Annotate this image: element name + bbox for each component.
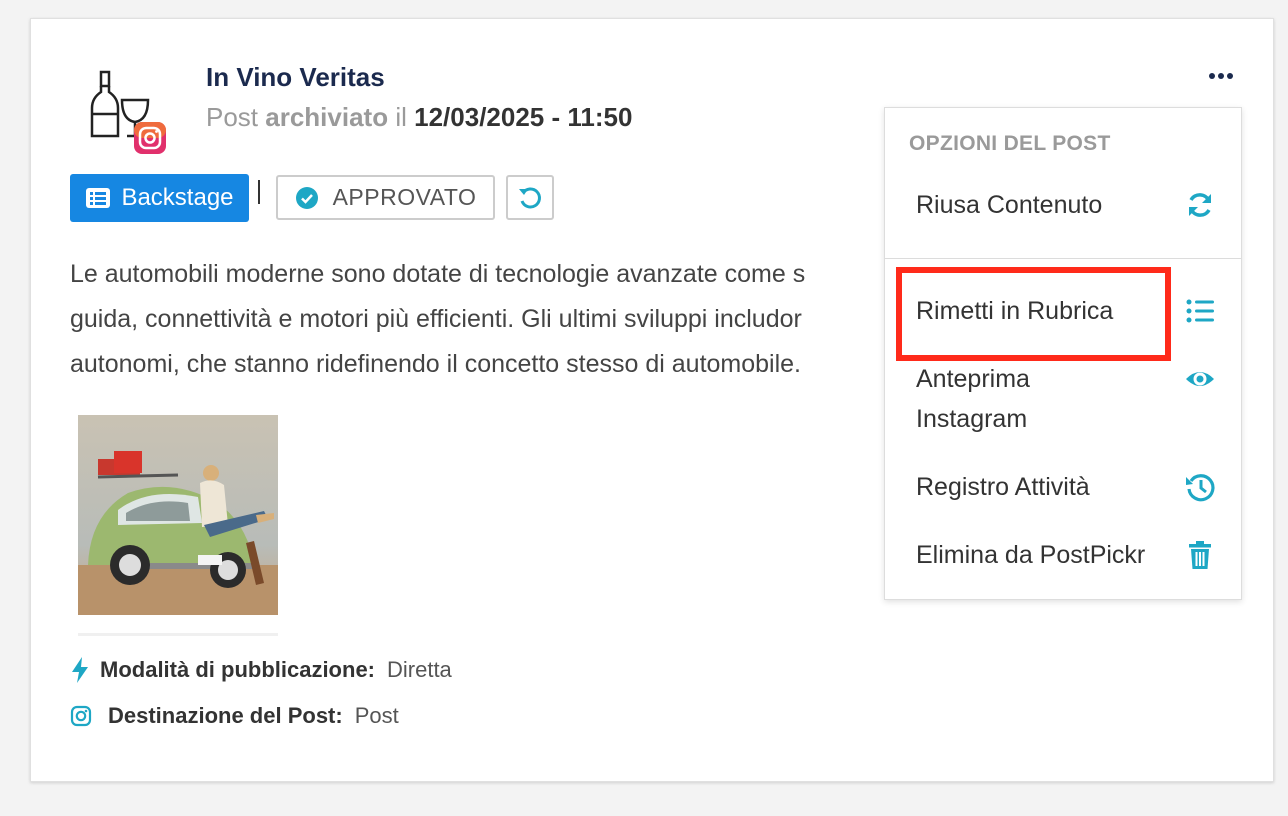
list-icon (1186, 299, 1214, 323)
menu-item-label: Riusa Contenuto (916, 191, 1103, 219)
separator (258, 180, 260, 204)
publish-mode-row: Modalità di pubblicazione: Diretta (70, 656, 452, 684)
trash-icon (1189, 541, 1211, 569)
menu-item-reuse-content[interactable]: Riusa Contenuto (916, 185, 1216, 225)
backstage-label: Backstage (121, 184, 234, 211)
account-avatar (86, 70, 168, 156)
ellipsis-icon (1209, 73, 1233, 79)
destination-row: Destinazione del Post: Post (70, 703, 399, 729)
menu-item-label: Elimina da PostPickr (916, 541, 1146, 569)
menu-divider (885, 258, 1241, 259)
instagram-icon (70, 705, 92, 727)
status-prefix: Post (206, 102, 259, 132)
undo-icon (519, 187, 541, 208)
status-date: 12/03/2025 - 11:50 (414, 102, 633, 132)
menu-item-delete[interactable]: Elimina da PostPickr (916, 535, 1216, 575)
destination-value: Post (354, 703, 399, 728)
car-photo (78, 415, 278, 615)
approved-label: APPROVATO (332, 184, 477, 210)
content-line: autonomi, che stanno ridefinendo il conc… (70, 350, 802, 378)
post-image[interactable] (78, 415, 278, 615)
post-status: Post archiviato il 12/03/2025 - 11:50 (206, 102, 632, 133)
list-box-icon (86, 188, 111, 208)
post-content: Le automobili moderne sono dotate di tec… (70, 252, 910, 387)
refresh-icon (1189, 193, 1211, 217)
backstage-button[interactable]: Backstage (70, 174, 249, 222)
destination-label: Destinazione del Post: (108, 703, 343, 728)
undo-button[interactable] (506, 175, 554, 220)
status-connector: il (395, 102, 407, 132)
menu-item-instagram-preview[interactable]: Anteprima Instagram (916, 359, 1112, 439)
bolt-icon (72, 657, 88, 683)
account-name: In Vino Veritas (206, 62, 385, 92)
approval-status-badge[interactable]: APPROVATO (276, 175, 495, 220)
image-scroll-bar (78, 633, 278, 636)
menu-header: OPZIONI DEL POST (909, 132, 1111, 155)
highlight-box (896, 267, 1171, 361)
menu-item-label: Anteprima Instagram (916, 365, 1030, 433)
more-options-button[interactable] (1204, 64, 1238, 88)
content-line: guida, connettività e motori più efficie… (70, 305, 802, 333)
check-circle-icon (295, 186, 318, 209)
content-line: Le automobili moderne sono dotate di tec… (70, 260, 806, 288)
wine-logo-icon (90, 70, 166, 154)
publish-mode-value: Diretta (387, 657, 452, 682)
publish-mode-label: Modalità di pubblicazione: (100, 657, 375, 682)
history-icon (1186, 474, 1215, 502)
status-word: archiviato (265, 102, 389, 132)
menu-item-label: Registro Attività (916, 473, 1090, 501)
eye-icon (1186, 372, 1214, 386)
menu-item-activity-log[interactable]: Registro Attività (916, 467, 1216, 507)
